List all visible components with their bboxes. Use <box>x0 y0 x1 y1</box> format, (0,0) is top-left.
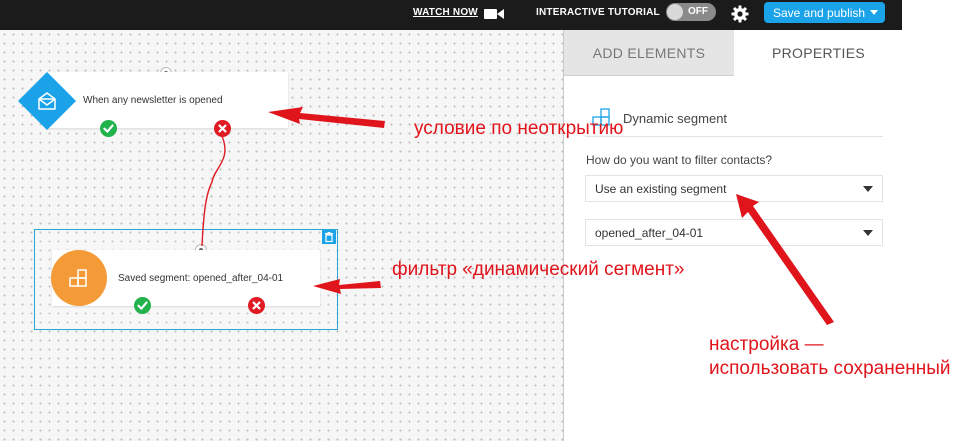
trigger-success-output-icon[interactable] <box>100 120 117 137</box>
save-and-publish-button[interactable]: Save and publish <box>764 2 885 23</box>
trash-icon[interactable] <box>322 230 336 244</box>
segment-node-badge[interactable] <box>51 250 107 306</box>
segment-value: opened_after_04-01 <box>595 226 704 240</box>
segment-failure-output-icon[interactable] <box>248 297 265 314</box>
interactive-tutorial-label: INTERACTIVE TUTORIAL <box>536 7 660 18</box>
toggle-state: OFF <box>688 6 708 17</box>
video-camera-icon[interactable] <box>484 8 504 20</box>
filter-question: How do you want to filter contacts? <box>586 153 773 167</box>
envelope-icon[interactable] <box>18 72 76 130</box>
chevron-down-icon[interactable] <box>870 10 878 15</box>
filter-mode-value: Use an existing segment <box>595 182 727 196</box>
element-title: Dynamic segment <box>623 111 728 126</box>
caret-down-icon <box>863 230 873 236</box>
caret-down-icon <box>863 186 873 192</box>
gear-icon[interactable] <box>731 5 749 23</box>
annotation-condition: условие по неоткрытию <box>414 118 624 139</box>
publish-label: Save and publish <box>773 6 866 20</box>
watch-now-link[interactable]: WATCH NOW <box>413 7 478 18</box>
toggle-knob <box>667 4 683 20</box>
trigger-failure-output-icon[interactable] <box>214 120 231 137</box>
annotation-setting-line1: настройка — <box>709 334 824 355</box>
tab-add-elements[interactable]: ADD ELEMENTS <box>564 30 734 76</box>
annotation-filter: фильтр «динамический сегмент» <box>392 259 685 280</box>
divider <box>585 136 883 137</box>
top-bar: WATCH NOW INTERACTIVE TUTORIAL OFF Save … <box>0 0 902 30</box>
tab-properties[interactable]: PROPERTIES <box>734 30 903 75</box>
segment-success-output-icon[interactable] <box>134 297 151 314</box>
trigger-node[interactable]: When any newsletter is opened <box>45 72 288 128</box>
trigger-node-label: When any newsletter is opened <box>83 95 223 106</box>
filter-mode-select[interactable]: Use an existing segment <box>585 175 883 202</box>
segment-node-label: Saved segment: opened_after_04-01 <box>118 273 284 284</box>
dynamic-segment-icon <box>69 269 87 287</box>
annotation-setting-line2: использовать сохраненный <box>709 358 951 379</box>
segment-select[interactable]: opened_after_04-01 <box>585 219 883 246</box>
tutorial-toggle[interactable]: OFF <box>666 3 716 21</box>
